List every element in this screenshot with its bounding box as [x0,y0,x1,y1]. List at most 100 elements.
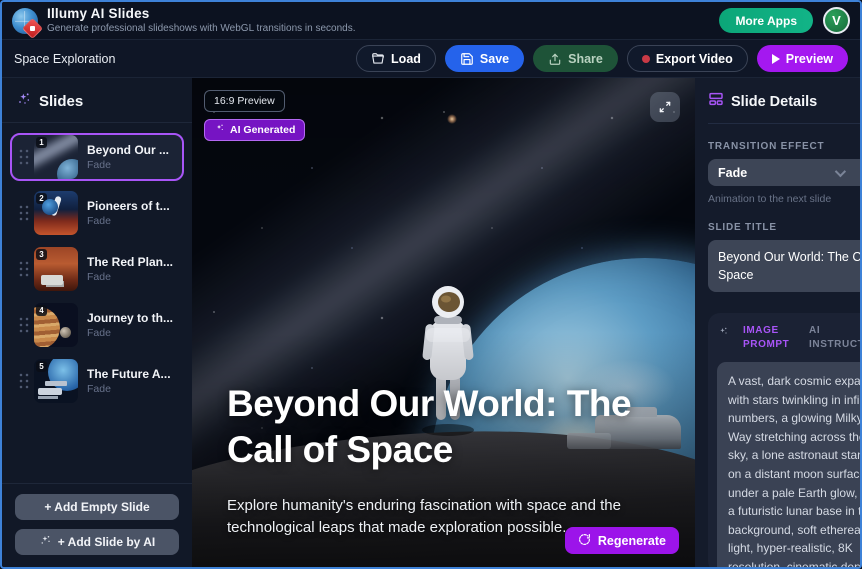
transition-effect-value: Fade [718,166,747,180]
share-button-label: Share [568,52,603,66]
ai-generated-badge-label: AI Generated [230,124,295,136]
layout-icon [708,91,724,112]
header-right: More Apps V [719,7,850,34]
slide-number-badge: 4 [36,305,47,316]
slide-item-title: Beyond Our ... [87,143,169,157]
toolbar: Space Exploration Load Save Share Export… [2,40,860,78]
sparkles-icon [39,534,52,550]
drag-handle-icon[interactable] [18,372,30,390]
slide-item-title: The Red Plan... [87,255,173,269]
slide-item-title: The Future A... [87,367,171,381]
slide-meta: Beyond Our ... Fade [87,143,169,171]
share-icon [548,52,562,66]
slide-item-2[interactable]: 2 Pioneers of t... Fade [10,189,184,237]
slide-item-transition: Fade [87,215,170,227]
toolbar-actions: Load Save Share Export Video Preview [356,45,848,72]
slide-title-label: SLIDE TITLE [708,222,860,233]
slide-thumbnail-4: 4 [34,303,78,347]
slide-item-transition: Fade [87,327,173,339]
regenerate-button[interactable]: Regenerate [565,527,679,554]
tab-ai-instructions[interactable]: AI INSTRUCTIONS [809,324,860,351]
slide-preview: 16:9 Preview AI Generated Beyond Our Wor… [192,78,695,567]
regenerate-button-label: Regenerate [598,534,666,548]
drag-handle-icon[interactable] [18,204,30,222]
save-button[interactable]: Save [445,45,524,72]
share-button[interactable]: Share [533,45,618,72]
add-slide-by-ai-label: + Add Slide by AI [58,535,155,549]
app-title: Illumy AI Slides [47,6,356,23]
slide-item-transition: Fade [87,383,171,395]
sparkles-icon [16,91,32,112]
app-logo-icon [12,8,38,34]
slide-meta: Journey to th... Fade [87,311,173,339]
slide-thumbnail-3: 3 [34,247,78,291]
slide-thumbnail-1: 1 [34,135,78,179]
tab-image-prompt[interactable]: IMAGE PROMPT [743,324,795,351]
drag-handle-icon[interactable] [18,260,30,278]
play-icon [772,54,780,64]
slide-item-title: Pioneers of t... [87,199,170,213]
chevron-down-icon [835,165,846,176]
aspect-ratio-badge: 16:9 Preview [204,90,285,112]
slides-header-label: Slides [39,93,83,110]
main-area: Slides 1 Beyond Our ... Fade 2 Pioneers … [2,78,860,567]
project-name: Space Exploration [14,52,115,66]
add-empty-slide-button[interactable]: + Add Empty Slide [15,494,179,520]
slide-item-transition: Fade [87,271,173,283]
app-subtitle: Generate professional slideshows with We… [47,23,356,36]
slide-item-transition: Fade [87,159,169,171]
slide-title-input[interactable]: Beyond Our World: The Call of Space [708,240,860,292]
load-button[interactable]: Load [356,45,436,72]
slide-item-5[interactable]: 5 The Future A... Fade [10,357,184,405]
app-header: Illumy AI Slides Generate professional s… [2,2,860,40]
transition-effect-select[interactable]: Fade [708,159,860,186]
app-titles: Illumy AI Slides Generate professional s… [47,6,356,35]
slide-item-4[interactable]: 4 Journey to th... Fade [10,301,184,349]
slide-number-badge: 2 [36,193,47,204]
drag-handle-icon[interactable] [18,316,30,334]
slide-item-1[interactable]: 1 Beyond Our ... Fade [10,133,184,181]
sidebar-footer: + Add Empty Slide + Add Slide by AI [2,483,192,567]
sparkles-icon [717,325,729,343]
preview-badges: 16:9 Preview AI Generated [204,90,305,141]
image-prompt-input[interactable]: A vast, dark cosmic expanse with stars t… [717,362,860,567]
slide-item-title: Journey to th... [87,311,173,325]
slide-title-display: Beyond Our World: The Call of Space [227,381,647,473]
fullscreen-expand-button[interactable] [650,92,680,122]
slide-thumbnail-2: 2 [34,191,78,235]
ai-generated-badge: AI Generated [204,119,305,141]
load-icon [371,52,385,66]
app-window: Illumy AI Slides Generate professional s… [0,0,862,569]
transition-effect-label: TRANSITION EFFECT [708,141,860,152]
slide-details-header: Slide Details [708,91,860,124]
save-icon [460,52,474,66]
add-slide-by-ai-button[interactable]: + Add Slide by AI [15,529,179,555]
save-button-label: Save [480,52,509,66]
slide-meta: The Red Plan... Fade [87,255,173,283]
transition-helper-text: Animation to the next slide [708,193,860,205]
slide-number-badge: 5 [36,361,47,372]
slide-item-3[interactable]: 3 The Red Plan... Fade [10,245,184,293]
slides-sidebar: Slides 1 Beyond Our ... Fade 2 Pioneers … [2,78,192,567]
avatar[interactable]: V [823,7,850,34]
sparkles-icon [214,123,225,137]
more-apps-button[interactable]: More Apps [719,8,813,33]
slide-details-title: Slide Details [731,94,817,110]
preview-button[interactable]: Preview [757,45,848,72]
export-video-button-label: Export Video [656,52,733,66]
slides-header: Slides [2,78,192,123]
slide-meta: Pioneers of t... Fade [87,199,170,227]
slide-list: 1 Beyond Our ... Fade 2 Pioneers of t...… [2,123,192,483]
slide-number-badge: 1 [36,137,47,148]
slide-text-overlay: Beyond Our World: The Call of Space Expl… [227,381,665,539]
slide-number-badge: 3 [36,249,47,260]
slide-meta: The Future A... Fade [87,367,171,395]
slide-details-panel: Slide Details TRANSITION EFFECT Fade Ani… [695,78,860,567]
load-button-label: Load [391,52,421,66]
drag-handle-icon[interactable] [18,148,30,166]
preview-button-label: Preview [786,52,833,66]
prompt-card: IMAGE PROMPT AI INSTRUCTIONS A vast, dar… [708,313,860,567]
record-dot-icon [642,55,650,63]
export-video-button[interactable]: Export Video [627,45,748,72]
refresh-icon [578,533,591,549]
